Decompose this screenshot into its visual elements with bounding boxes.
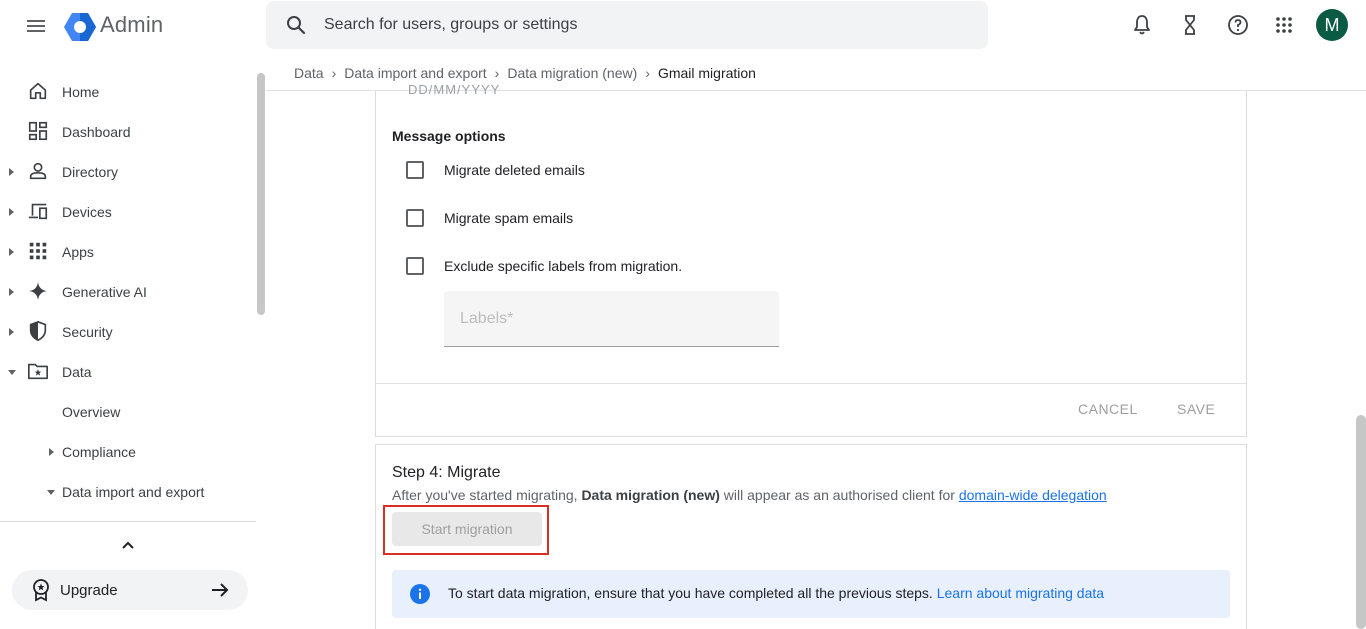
sidebar-item-label: Home [62, 84, 100, 100]
sidebar-item-label: Security [62, 324, 113, 340]
upgrade-label: Upgrade [60, 582, 118, 599]
sidebar-item-label: Compliance [62, 444, 136, 460]
sidebar-item-label: Devices [62, 204, 112, 220]
top-bar: Admin Search for users, groups or settin… [0, 0, 1366, 52]
migrate-spam-emails-checkbox[interactable] [406, 209, 424, 227]
breadcrumb-data[interactable]: Data [294, 65, 324, 81]
sidebar-item-home[interactable]: Home [0, 72, 256, 112]
search-input[interactable]: Search for users, groups or settings [324, 16, 577, 34]
person-icon [29, 162, 47, 180]
checkbox-label: Exclude specific labels from migration. [444, 258, 683, 274]
step-4-card: Step 4: Migrate After you've started mig… [375, 444, 1247, 629]
expand-arrow-icon[interactable] [9, 208, 14, 216]
chevron-right-icon: › [645, 65, 650, 81]
apps-grid-icon [29, 242, 47, 260]
card-divider [376, 383, 1246, 384]
admin-logo-icon[interactable] [64, 12, 96, 42]
arrow-right-icon [212, 583, 229, 597]
info-banner: To start data migration, ensure that you… [392, 570, 1230, 618]
menu-icon[interactable] [24, 14, 48, 38]
sidebar: Home Dashboard Directory Devices Apps Ge… [0, 52, 265, 629]
save-button[interactable]: SAVE [1177, 401, 1215, 417]
sidebar-item-devices[interactable]: Devices [0, 192, 256, 232]
sidebar-item-label: Generative AI [62, 284, 147, 300]
info-message: To start data migration, ensure that you… [448, 585, 933, 601]
sidebar-item-label: Data import and export [62, 484, 205, 500]
folder-star-icon [28, 363, 48, 380]
breadcrumb-data-import-export[interactable]: Data import and export [344, 65, 486, 81]
domain-wide-delegation-link[interactable]: domain-wide delegation [959, 487, 1107, 503]
cancel-button[interactable]: CANCEL [1078, 401, 1138, 417]
shield-icon [29, 320, 47, 342]
exclude-labels-checkbox[interactable] [406, 257, 424, 275]
step-4-description: After you've started migrating, Data mig… [392, 487, 1107, 503]
sidebar-item-data[interactable]: Data [0, 352, 256, 392]
sidebar-item-label: Overview [62, 404, 121, 420]
expand-arrow-icon[interactable] [9, 248, 14, 256]
sidebar-item-apps[interactable]: Apps [0, 232, 256, 272]
sidebar-item-dashboard[interactable]: Dashboard [0, 112, 256, 152]
sidebar-item-label: Data [62, 364, 92, 380]
hourglass-icon[interactable] [1178, 13, 1202, 37]
migrate-deleted-emails-checkbox[interactable] [406, 161, 424, 179]
sidebar-item-label: Dashboard [62, 124, 131, 140]
sparkle-icon [28, 281, 48, 301]
message-options-title: Message options [392, 128, 506, 144]
sidebar-subitem-data-import-export[interactable]: Data import and export [0, 472, 256, 512]
devices-icon [28, 203, 48, 220]
avatar[interactable]: M [1316, 9, 1348, 41]
main-content: Data › Data import and export › Data migrati… [266, 52, 1366, 629]
expand-arrow-icon[interactable] [49, 448, 54, 456]
apps-grid-icon[interactable] [1272, 13, 1296, 37]
sidebar-item-security[interactable]: Security [0, 312, 256, 352]
main-scrollbar[interactable] [1356, 415, 1366, 629]
sidebar-subitem-compliance[interactable]: Compliance [0, 432, 256, 472]
search-bar[interactable]: Search for users, groups or settings [266, 1, 988, 49]
collapse-arrow-icon[interactable] [8, 370, 16, 375]
search-icon[interactable] [284, 13, 308, 37]
desc-bold: Data migration (new) [581, 487, 720, 503]
desc-middle: will appear as an authorised client for [723, 487, 955, 503]
start-migration-button[interactable]: Start migration [392, 512, 542, 546]
sidebar-item-generative-ai[interactable]: Generative AI [0, 272, 256, 312]
chevron-up-icon[interactable] [116, 533, 140, 557]
chevron-right-icon: › [494, 65, 500, 81]
notifications-bell-icon[interactable] [1130, 13, 1154, 37]
breadcrumb-data-migration[interactable]: Data migration (new) [507, 65, 637, 81]
sidebar-scrollbar[interactable] [257, 73, 265, 315]
learn-about-migrating-data-link[interactable]: Learn about migrating data [937, 585, 1104, 601]
step-4-title: Step 4: Migrate [392, 464, 501, 481]
upgrade-button[interactable]: Upgrade [12, 570, 248, 610]
message-options-card: DD/MM/YYYY Message options Migrate delet… [375, 85, 1247, 437]
app-title[interactable]: Admin [100, 12, 163, 38]
sidebar-subitem-overview[interactable]: Overview [0, 392, 256, 432]
sidebar-item-label: Directory [62, 164, 119, 180]
info-text: To start data migration, ensure that you… [448, 585, 1104, 601]
home-icon [29, 82, 47, 100]
dashboard-icon [28, 121, 48, 141]
expand-arrow-icon[interactable] [9, 328, 14, 336]
info-icon [410, 584, 430, 604]
labels-placeholder: Labels* [460, 310, 514, 327]
sidebar-divider [0, 521, 256, 522]
sidebar-item-label: Apps [62, 244, 94, 260]
help-icon[interactable] [1226, 13, 1250, 37]
expand-arrow-icon[interactable] [9, 168, 14, 176]
award-badge-icon [33, 579, 49, 602]
checkbox-label: Migrate deleted emails [444, 162, 585, 178]
collapse-arrow-icon[interactable] [47, 490, 55, 495]
breadcrumb: Data › Data import and export › Data migrati… [294, 65, 756, 85]
sidebar-item-directory[interactable]: Directory [0, 152, 256, 192]
breadcrumb-gmail-migration: Gmail migration [657, 65, 756, 81]
chevron-right-icon: › [331, 65, 337, 81]
checkbox-label: Migrate spam emails [444, 210, 574, 226]
desc-prefix: After you've started migrating, [392, 487, 578, 503]
date-format-hint: DD/MM/YYYY [408, 85, 501, 95]
expand-arrow-icon[interactable] [9, 288, 14, 296]
labels-input[interactable]: Labels* [444, 291, 779, 347]
